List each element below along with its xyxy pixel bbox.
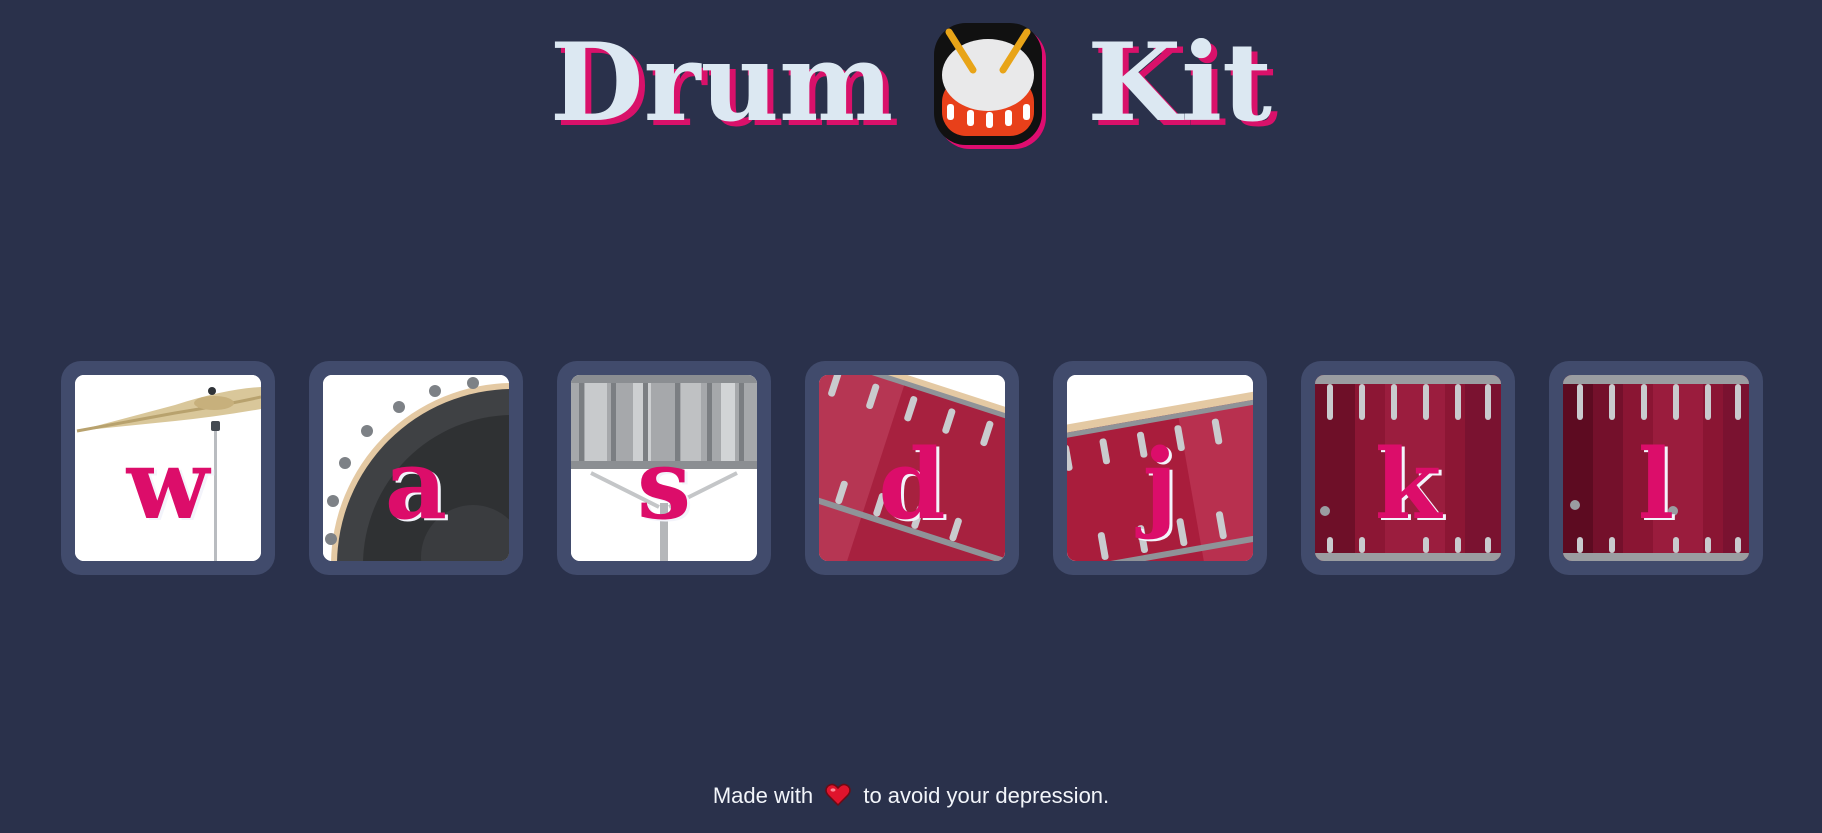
drum-pad: s [571, 375, 757, 561]
footer: Made with to avoid your depression. [0, 783, 1822, 809]
drum-key-label: j [1142, 428, 1178, 541]
drum-button-a[interactable]: a [309, 361, 523, 575]
drum-pad: l [1563, 375, 1749, 561]
drum-icon [934, 23, 1047, 149]
drum-key-label: a [384, 428, 448, 541]
footer-text-after: to avoid your depression. [863, 783, 1110, 808]
drum-button-s[interactable]: s [557, 361, 771, 575]
drum-key-label: s [636, 428, 692, 541]
drum-button-k[interactable]: k [1301, 361, 1515, 575]
title-word-drum: Drum [549, 20, 894, 146]
drum-button-d[interactable]: d [805, 361, 1019, 575]
drum-key-label: w [126, 428, 210, 541]
drum-pad: k [1315, 375, 1501, 561]
page-title: Drum Kit [0, 16, 1822, 150]
drum-grid: w a s d j k l [61, 361, 1763, 575]
footer-text-before: Made with [712, 783, 814, 808]
drum-button-j[interactable]: j [1053, 361, 1267, 575]
drum-button-l[interactable]: l [1549, 361, 1763, 575]
drum-key-label: l [1637, 428, 1675, 541]
drum-button-w[interactable]: w [61, 361, 275, 575]
drum-pad: w [75, 375, 261, 561]
title-word-kit: Kit [1087, 20, 1273, 146]
drum-key-label: k [1374, 428, 1442, 541]
heart-icon [825, 783, 851, 807]
drum-pad: a [323, 375, 509, 561]
drum-pad: d [819, 375, 1005, 561]
drum-pad: j [1067, 375, 1253, 561]
drum-key-label: d [878, 428, 946, 541]
